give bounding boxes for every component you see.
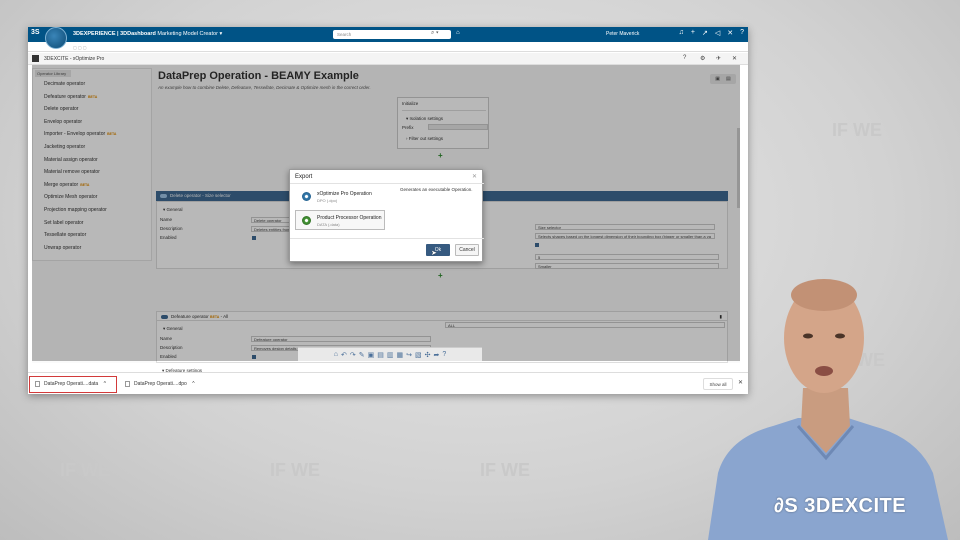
send-icon[interactable]: ➦	[433, 351, 439, 359]
export-option-dpo[interactable]: xOptimize Pro Operation DPO (.dpo)	[295, 186, 385, 206]
app-name: Marketing Model Creator	[157, 31, 218, 37]
divider	[290, 238, 484, 239]
widget-title-bar: 3DEXCITE - xOptimize Pro ? ⚙ ✈ ✕	[28, 53, 748, 65]
presenter-eye	[835, 333, 845, 339]
notifications-icon[interactable]: ♫	[679, 29, 684, 37]
ds-logo-icon: ∂S	[774, 495, 805, 517]
export-icon[interactable]: ▤	[377, 351, 384, 359]
ds-logo-icon: 3S	[31, 29, 40, 36]
bottom-toolbar: ⌂ ↶ ↷ ✎ ▣ ▤ ▥ ▦ ↪ ▧ ✣ ➦ ?	[298, 347, 482, 361]
help-icon[interactable]: ?	[442, 351, 446, 358]
tools-icon[interactable]: ✕	[727, 29, 733, 37]
watermark: IF WE	[270, 460, 320, 480]
edit-icon[interactable]: ✎	[359, 351, 365, 359]
brand-text: 3DEXCITE	[804, 495, 907, 517]
add-icon[interactable]: +	[691, 29, 695, 37]
save-icon[interactable]: ▣	[368, 351, 375, 359]
presenter-mouth	[815, 366, 833, 376]
list-icon[interactable]: ▦	[396, 351, 403, 359]
undo-icon[interactable]: ↶	[341, 351, 347, 359]
tag-icon[interactable]: ⌂	[456, 30, 460, 36]
tab-item[interactable]: ▢ ▢ ▢	[73, 45, 87, 50]
top-bar: 3S 3DEXPERIENCE | 3DDashboard Marketing …	[28, 27, 748, 42]
file-icon	[35, 380, 40, 387]
mouse-cursor-icon: ➤	[431, 250, 437, 257]
copy-icon[interactable]: ▧	[415, 351, 422, 359]
xoptimize-icon	[302, 192, 311, 201]
share-icon[interactable]: ↗	[702, 29, 708, 37]
settings-icon[interactable]: ⚙	[700, 55, 705, 62]
tab-bar: ▢ ▢ ▢	[28, 42, 748, 52]
import-icon[interactable]: ▥	[387, 351, 394, 359]
option-ext: DPO (.dpo)	[317, 198, 338, 203]
watermark: IF WE	[832, 120, 882, 140]
export-option-data[interactable]: Product Processor Operation DATA (.data)	[295, 210, 385, 230]
tools-icon[interactable]: ✣	[425, 351, 431, 359]
option-ext: DATA (.data)	[317, 222, 340, 227]
watermark: IF WE	[480, 460, 530, 480]
chevron-down-icon: ▾	[219, 31, 223, 37]
presenter-eye	[803, 333, 813, 339]
download-name: DataPrep Operati....dpo	[134, 381, 187, 387]
ok-button[interactable]: Ok	[426, 244, 450, 256]
option-name: Product Processor Operation	[317, 215, 382, 221]
presenter-hair	[791, 279, 857, 311]
3dexcite-logo-icon	[32, 55, 39, 62]
home-icon[interactable]: ⌂	[334, 351, 338, 358]
topbar-icons: ♫ + ↗ ◁ ✕ ?	[679, 29, 744, 37]
compass-icon[interactable]	[45, 27, 67, 49]
download-name: DataPrep Operati....data	[44, 381, 99, 387]
download-item[interactable]: DataPrep Operati....dpo ^	[120, 377, 204, 392]
collab-icon[interactable]: ◁	[715, 29, 720, 37]
help-icon[interactable]: ?	[740, 29, 744, 37]
downloads-bar: DataPrep Operati....data ^ DataPrep Oper…	[28, 372, 748, 394]
help-icon[interactable]: ?	[683, 55, 686, 61]
search-icon[interactable]: ⌕ ▾	[431, 30, 439, 37]
close-icon[interactable]: ✕	[472, 173, 477, 180]
watermark: IF WE	[60, 460, 110, 480]
brand-logo: ∂S 3DEXCITE	[774, 495, 906, 518]
close-icon[interactable]: ✕	[732, 55, 737, 62]
browser-screen: 3S 3DEXPERIENCE | 3DDashboard Marketing …	[28, 27, 748, 394]
option-name: xOptimize Pro Operation	[317, 191, 372, 197]
chevron-up-icon[interactable]: ^	[192, 381, 194, 387]
download-item[interactable]: DataPrep Operati....data ^	[29, 376, 117, 393]
dialog-title: Export	[295, 174, 313, 180]
pin-icon[interactable]: ✈	[716, 55, 721, 62]
export-dialog: Export ✕ xOptimize Pro Operation DPO (.d…	[289, 169, 484, 262]
divider	[290, 183, 484, 184]
cancel-button[interactable]: Cancel	[455, 244, 479, 256]
app-brand: 3DEXPERIENCE | 3DDashboard	[73, 31, 156, 37]
redo-icon[interactable]: ↷	[350, 351, 356, 359]
chevron-up-icon[interactable]: ^	[104, 381, 106, 387]
product-processor-icon	[302, 216, 311, 225]
app-title[interactable]: 3DEXPERIENCE | 3DDashboard Marketing Mod…	[73, 31, 222, 37]
file-icon	[125, 380, 130, 387]
user-name[interactable]: Peter Maverick	[606, 31, 639, 37]
share-icon[interactable]: ↪	[406, 351, 412, 359]
widget-title: 3DEXCITE - xOptimize Pro	[44, 56, 105, 62]
option-description: Generates an executable Operation.	[400, 187, 473, 192]
